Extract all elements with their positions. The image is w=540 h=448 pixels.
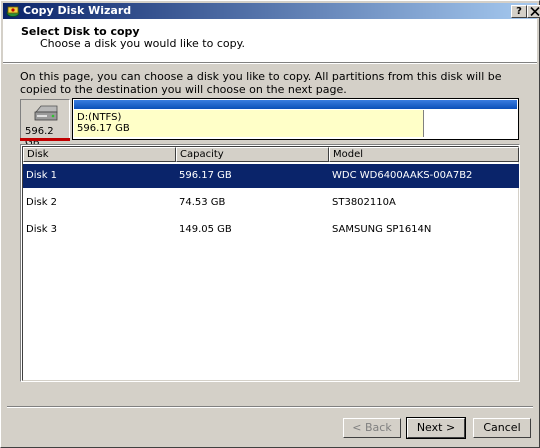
partition-map[interactable]: D:(NTFS) 596.17 GB — [72, 98, 519, 140]
hard-disk-icon — [34, 105, 58, 121]
header-separator — [3, 63, 537, 64]
capacity-cell: 149.05 GB — [179, 224, 232, 235]
close-button[interactable] — [527, 5, 540, 18]
model-cell: ST3802110A — [332, 197, 396, 208]
next-button[interactable]: Next > — [406, 417, 466, 439]
help-button[interactable]: ? — [511, 5, 527, 18]
model-cell: WDC WD6400AAKS-00A7B2 — [332, 170, 473, 181]
title-bar[interactable]: Copy Disk Wizard ? — [3, 3, 540, 19]
disk-card[interactable]: 596.2 GB — [20, 99, 70, 148]
model-cell: SAMSUNG SP1614N — [332, 224, 432, 235]
column-header-disk[interactable]: Disk — [23, 147, 176, 162]
table-header: Disk Capacity Model — [23, 147, 519, 162]
column-header-model[interactable]: Model — [329, 147, 519, 162]
wizard-app-icon — [6, 6, 20, 17]
disk-list[interactable]: Disk Capacity Model Disk 1 596.17 GB WDC… — [20, 144, 520, 382]
copy-disk-wizard-window: Copy Disk Wizard ? Select Disk to copy C… — [0, 0, 540, 448]
page-description: On this page, you can choose a disk you … — [20, 70, 502, 96]
cancel-button[interactable]: Cancel — [473, 418, 531, 438]
capacity-cell: 74.53 GB — [179, 197, 226, 208]
wizard-header: Select Disk to copy Choose a disk you wo… — [3, 19, 537, 63]
column-header-capacity[interactable]: Capacity — [176, 147, 329, 162]
capacity-cell: 596.17 GB — [179, 170, 232, 181]
back-button[interactable]: < Back — [343, 418, 401, 438]
close-icon — [530, 6, 540, 17]
partition-name: D:(NTFS) — [77, 112, 122, 123]
table-row[interactable]: Disk 2 74.53 GB ST3802110A — [23, 191, 519, 215]
partition-block[interactable]: D:(NTFS) 596.17 GB — [74, 110, 424, 137]
disk-name-cell: Disk 1 — [26, 170, 58, 181]
page-subtitle: Choose a disk you would like to copy. — [40, 37, 246, 50]
disk-selected-indicator — [20, 138, 70, 141]
disk-name-cell: Disk 2 — [26, 197, 58, 208]
table-row[interactable]: Disk 3 149.05 GB SAMSUNG SP1614N — [23, 218, 519, 242]
footer-separator-highlight — [7, 407, 533, 408]
table-row[interactable]: Disk 1 596.17 GB WDC WD6400AAKS-00A7B2 — [23, 164, 519, 188]
disk-list-body: Disk Capacity Model Disk 1 596.17 GB WDC… — [22, 146, 519, 381]
window-title: Copy Disk Wizard — [23, 4, 132, 17]
partition-size: 596.17 GB — [77, 123, 130, 134]
partition-usage-bar — [74, 100, 517, 109]
disk-name-cell: Disk 3 — [26, 224, 58, 235]
